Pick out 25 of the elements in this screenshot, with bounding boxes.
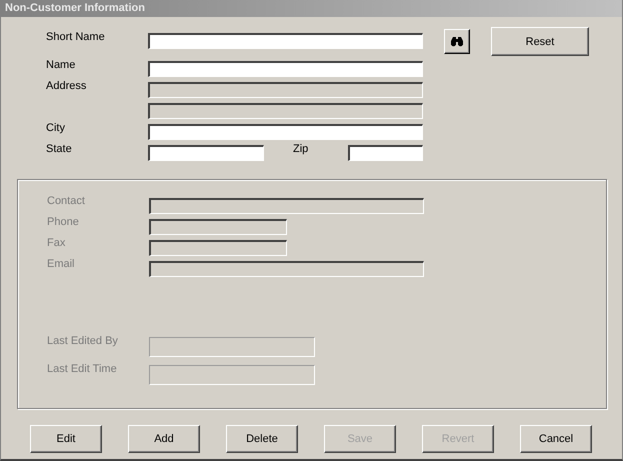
zip-field[interactable] <box>348 145 423 161</box>
action-button[interactable]: Edit <box>30 425 102 453</box>
text-field[interactable] <box>148 33 423 49</box>
field-label: Name <box>46 59 76 71</box>
field-label: Fax <box>47 237 66 249</box>
action-button[interactable]: Delete <box>226 425 298 453</box>
state-field[interactable] <box>148 145 264 161</box>
field-label: Zip <box>292 143 310 155</box>
field-label: State <box>46 143 73 155</box>
field-label: Address <box>46 80 88 92</box>
field-label: Short Name <box>46 31 106 43</box>
field-label: Phone <box>47 216 80 228</box>
field-label: Contact <box>47 195 86 207</box>
text-field[interactable] <box>148 124 423 140</box>
field-label: City <box>46 122 66 134</box>
field-label: Last Edited By <box>47 335 119 347</box>
find-button[interactable] <box>444 29 470 54</box>
action-button[interactable]: Add <box>128 425 200 453</box>
action-button[interactable]: Cancel <box>520 425 592 453</box>
text-field[interactable] <box>148 61 423 77</box>
window-title: Non-Customer Information <box>1 0 622 17</box>
field-label: Last Edit Time <box>47 363 118 375</box>
reset-button[interactable]: Reset <box>491 27 589 56</box>
field-label: Email <box>47 258 76 270</box>
binoculars-icon <box>450 36 464 47</box>
